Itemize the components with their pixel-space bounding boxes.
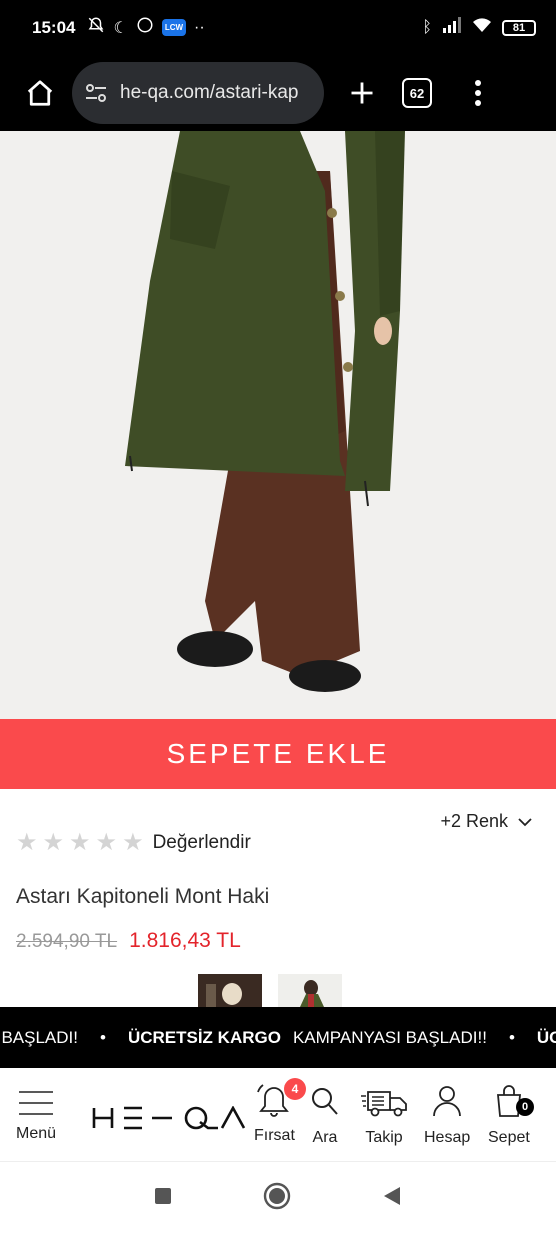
logo-graphic <box>92 1105 246 1130</box>
product-image[interactable] <box>0 131 556 719</box>
signal-icon <box>442 17 462 38</box>
color-thumbnails <box>198 974 342 1007</box>
color-thumbnail[interactable] <box>278 974 342 1007</box>
whatsapp-icon <box>136 16 154 39</box>
more-colors-dropdown[interactable]: +2 Renk <box>440 811 532 832</box>
browser-toolbar: he-qa.com/astari-kap 62 <box>0 55 556 131</box>
bluetooth-icon: ᛒ <box>422 18 432 36</box>
menu-label: Menü <box>16 1125 57 1142</box>
product-title: Astarı Kapitoneli Mont Haki <box>16 885 270 908</box>
home-icon[interactable] <box>18 71 62 115</box>
sale-price: 1.816,43 TL <box>129 929 241 952</box>
product-info: ★ ★ ★ ★ ★ Değerlendir +2 Renk Astarı Kap… <box>0 789 556 1007</box>
add-to-cart-button[interactable]: SEPETE EKLE <box>0 719 556 789</box>
price-block: 2.594,90 TL 1.816,43 TL <box>16 929 241 953</box>
lcw-app-icon: LCW <box>161 19 187 36</box>
cart-badge: 0 <box>516 1098 534 1116</box>
status-time: 15:04 <box>32 17 76 37</box>
chevron-down-icon <box>518 811 532 832</box>
star-icon[interactable]: ★ <box>96 831 118 855</box>
sepet-label: Sepet <box>488 1129 530 1146</box>
rating-stars[interactable]: ★ ★ ★ ★ ★ Değerlendir <box>16 831 251 855</box>
marquee-separator: • <box>508 1027 515 1047</box>
wifi-icon <box>472 17 492 38</box>
firsat-badge: 4 <box>284 1078 306 1100</box>
star-icon[interactable]: ★ <box>69 831 91 855</box>
promo-marquee: I BAŞLADI! • ÜCRETSİZ KARGO KAMPANYASI B… <box>0 1007 556 1068</box>
user-icon <box>432 1084 462 1123</box>
bottom-navigation: Menü Fırsat 4 Ara Takip Hesap Sepet 0 <box>0 1068 556 1162</box>
more-colors-label: +2 Renk <box>440 811 508 831</box>
hamburger-icon <box>18 1090 54 1121</box>
tab-switcher-icon[interactable]: 62 <box>402 78 432 108</box>
back-icon[interactable] <box>382 1186 402 1211</box>
tab-count: 62 <box>409 85 425 101</box>
star-icon[interactable]: ★ <box>16 831 38 855</box>
marquee-separator: • <box>99 1027 106 1047</box>
tune-icon[interactable] <box>84 81 108 105</box>
hesap-label: Hesap <box>424 1129 471 1146</box>
address-bar[interactable]: he-qa.com/astari-kap <box>72 62 324 124</box>
marquee-text: KAMPANYASI BAŞLADI!! <box>292 1027 487 1047</box>
search-icon <box>310 1086 340 1123</box>
status-notification-icons: ☾ LCW ·· <box>87 16 205 39</box>
marquee-fragment: I BAŞLADI! <box>0 1027 78 1047</box>
takip-button[interactable]: Takip <box>360 1086 408 1147</box>
firsat-button[interactable]: Fırsat 4 <box>254 1078 306 1145</box>
search-label: Ara <box>312 1129 338 1146</box>
takip-label: Takip <box>365 1129 403 1146</box>
star-icon[interactable]: ★ <box>122 831 144 855</box>
he-qa-logo[interactable] <box>92 1105 246 1135</box>
battery-level: 81 <box>512 21 526 34</box>
mute-icon <box>87 16 105 39</box>
truck-icon <box>360 1086 408 1123</box>
status-bar: 15:04 ☾ LCW ·· ᛒ 81 <box>0 0 556 55</box>
moon-icon: ☾ <box>113 19 128 37</box>
more-vert-icon[interactable] <box>456 71 500 115</box>
sepet-button[interactable]: Sepet 0 <box>488 1084 534 1147</box>
home-circle-icon[interactable] <box>262 1181 292 1216</box>
more-dots-icon: ·· <box>194 18 205 36</box>
old-price: 2.594,90 TL <box>16 931 118 952</box>
firsat-label: Fırsat <box>254 1127 295 1144</box>
system-navigation <box>0 1162 556 1235</box>
search-button[interactable]: Ara <box>310 1086 340 1147</box>
url-text: he-qa.com/astari-kap <box>120 82 299 103</box>
rate-link[interactable]: Değerlendir <box>153 832 251 854</box>
recents-icon[interactable] <box>154 1187 172 1210</box>
marquee-bold-text: ÜCRETSİZ KARGO <box>127 1027 281 1047</box>
color-thumbnail[interactable] <box>198 974 262 1007</box>
star-icon[interactable]: ★ <box>43 831 65 855</box>
marquee-fragment-right: ÜCRE <box>536 1027 556 1047</box>
hesap-button[interactable]: Hesap <box>424 1084 470 1147</box>
plus-icon[interactable] <box>340 71 384 115</box>
battery-icon: 81 <box>502 19 536 36</box>
menu-button[interactable]: Menü <box>16 1090 56 1143</box>
